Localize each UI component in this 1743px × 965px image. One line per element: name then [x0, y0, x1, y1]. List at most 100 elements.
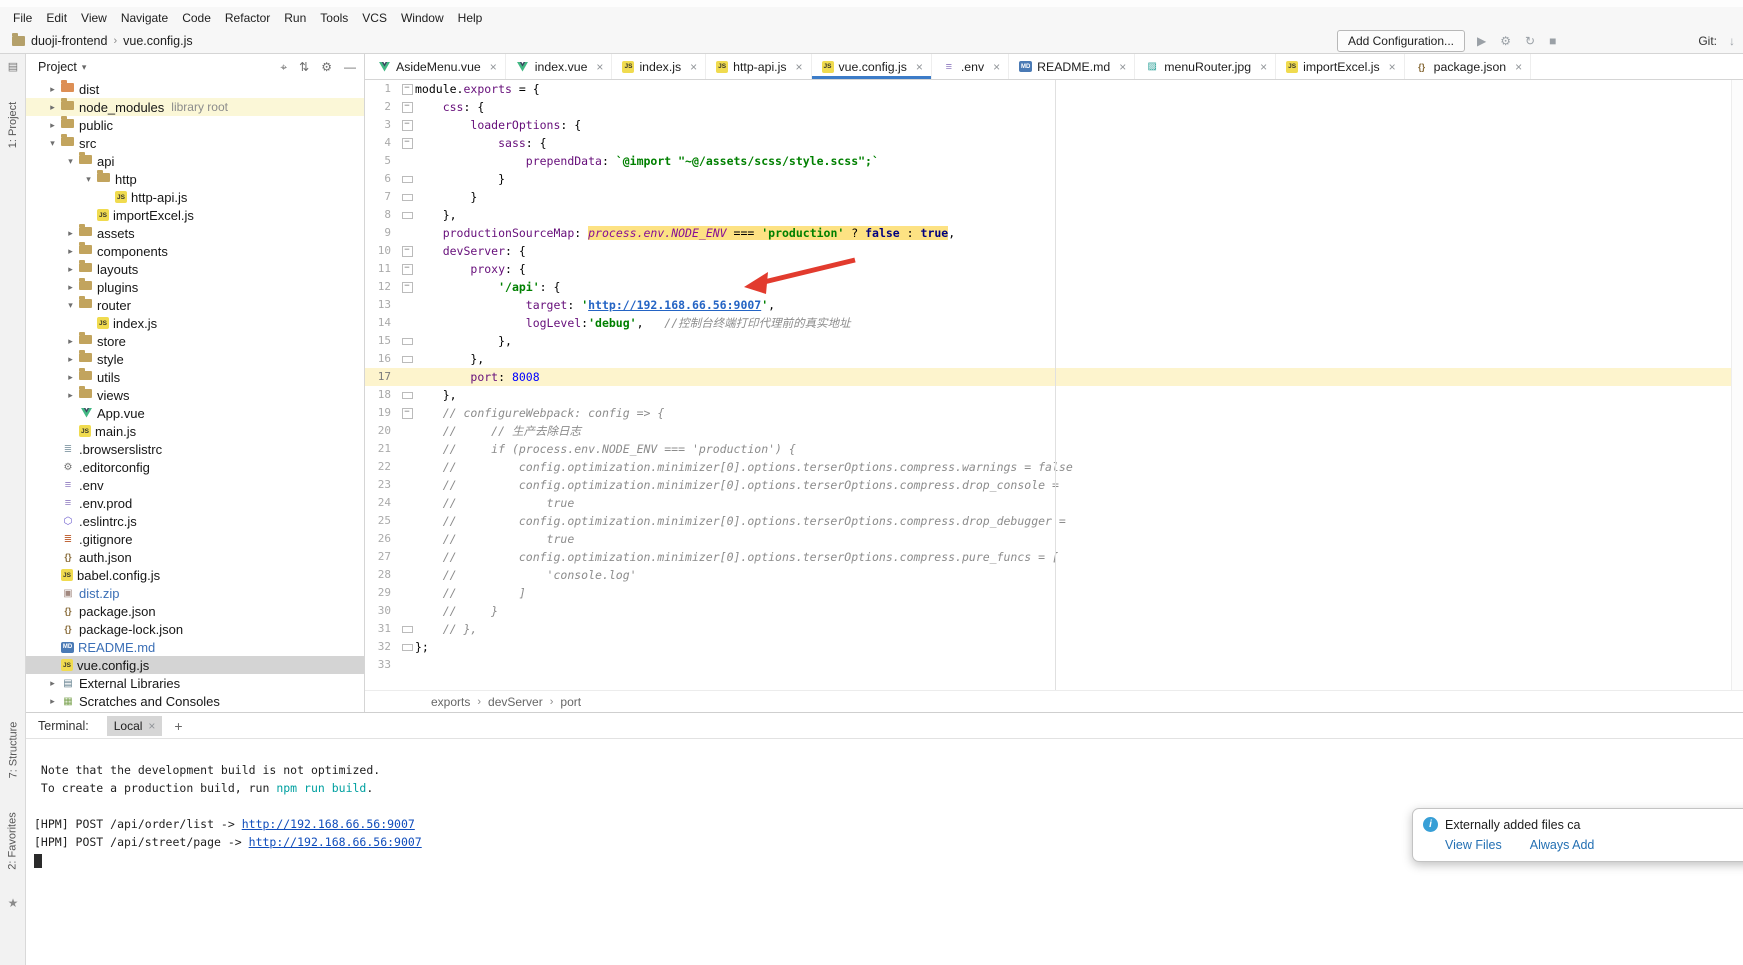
- settings-gear-icon[interactable]: ⚙: [321, 60, 332, 75]
- chevron-closed-icon[interactable]: ▸: [46, 102, 59, 113]
- hide-panel-icon[interactable]: —: [344, 60, 356, 75]
- debug-icon[interactable]: ⚙: [1500, 34, 1511, 48]
- stop-icon[interactable]: ■: [1549, 34, 1556, 48]
- tree-item-public[interactable]: ▸public: [26, 116, 364, 134]
- close-icon[interactable]: ×: [916, 60, 923, 74]
- tree-item-dist.zip[interactable]: ▣dist.zip: [26, 584, 364, 602]
- tree-item-dist[interactable]: ▸dist: [26, 80, 364, 98]
- menu-edit[interactable]: Edit: [39, 11, 74, 25]
- new-terminal-icon[interactable]: +: [174, 718, 182, 734]
- tree-item-views[interactable]: ▸views: [26, 386, 364, 404]
- tree-item-.env.prod[interactable]: ≡.env.prod: [26, 494, 364, 512]
- chevron-closed-icon[interactable]: ▸: [64, 282, 77, 293]
- project-tool-icon[interactable]: ▤: [0, 60, 26, 73]
- fold-marker-icon[interactable]: [399, 134, 415, 152]
- tool-button-structure[interactable]: 7: Structure: [0, 705, 26, 795]
- code-line[interactable]: 10 devServer: {: [365, 242, 1743, 260]
- line-number[interactable]: 4: [365, 134, 399, 152]
- editor-tab-vue.config.js[interactable]: JSvue.config.js×: [812, 54, 932, 79]
- line-number[interactable]: 13: [365, 296, 399, 314]
- chevron-closed-icon[interactable]: ▸: [64, 246, 77, 257]
- editor-tab-package.json[interactable]: {}package.json×: [1405, 54, 1531, 79]
- git-update-icon[interactable]: ↓: [1729, 34, 1735, 48]
- breadcrumb-port[interactable]: port: [560, 695, 581, 709]
- line-number[interactable]: 31: [365, 620, 399, 638]
- tree-item-.browserslistrc[interactable]: ≣.browserslistrc: [26, 440, 364, 458]
- chevron-closed-icon[interactable]: ▸: [46, 696, 59, 707]
- line-number[interactable]: 32: [365, 638, 399, 656]
- fold-marker-icon[interactable]: [399, 278, 415, 296]
- tree-item-package-lock.json[interactable]: {}package-lock.json: [26, 620, 364, 638]
- editor-tab-menuRouter.jpg[interactable]: ▨menuRouter.jpg×: [1135, 54, 1276, 79]
- line-number[interactable]: 15: [365, 332, 399, 350]
- line-number[interactable]: 16: [365, 350, 399, 368]
- tree-item-plugins[interactable]: ▸plugins: [26, 278, 364, 296]
- line-number[interactable]: 24: [365, 494, 399, 512]
- line-number[interactable]: 14: [365, 314, 399, 332]
- close-icon[interactable]: ×: [490, 60, 497, 74]
- menu-help[interactable]: Help: [451, 11, 490, 25]
- favorites-star-icon[interactable]: ★: [0, 896, 26, 910]
- code-line[interactable]: 26 // true: [365, 530, 1743, 548]
- add-configuration-button[interactable]: Add Configuration...: [1337, 30, 1465, 52]
- fold-marker-icon[interactable]: [399, 116, 415, 134]
- tree-item-style[interactable]: ▸style: [26, 350, 364, 368]
- menu-window[interactable]: Window: [394, 11, 451, 25]
- rerun-icon[interactable]: ↻: [1525, 34, 1535, 48]
- tool-button-project[interactable]: 1: Project: [0, 80, 26, 170]
- editor-tab-.env[interactable]: ≡.env×: [932, 54, 1009, 79]
- close-icon[interactable]: ×: [1260, 60, 1267, 74]
- line-number[interactable]: 30: [365, 602, 399, 620]
- line-number[interactable]: 27: [365, 548, 399, 566]
- line-number[interactable]: 8: [365, 206, 399, 224]
- tree-item-package.json[interactable]: {}package.json: [26, 602, 364, 620]
- code-line[interactable]: 1module.exports = {: [365, 80, 1743, 98]
- fold-marker-icon[interactable]: [399, 80, 415, 98]
- chevron-closed-icon[interactable]: ▸: [64, 354, 77, 365]
- line-number[interactable]: 26: [365, 530, 399, 548]
- code-line[interactable]: 21 // if (process.env.NODE_ENV === 'prod…: [365, 440, 1743, 458]
- editor-scrollbar[interactable]: [1731, 80, 1743, 690]
- editor-tab-index.js[interactable]: JSindex.js×: [612, 54, 706, 79]
- code-line[interactable]: 19 // configureWebpack: config => {: [365, 404, 1743, 422]
- close-icon[interactable]: ×: [690, 60, 697, 74]
- locate-file-icon[interactable]: ⌖: [280, 60, 287, 75]
- terminal-tab-local[interactable]: Local ×: [107, 716, 163, 736]
- terminal-link[interactable]: http://192.168.66.56:9007: [242, 817, 415, 831]
- menu-code[interactable]: Code: [175, 11, 218, 25]
- fold-marker-icon[interactable]: [399, 170, 415, 188]
- line-number[interactable]: 17: [365, 368, 399, 386]
- tree-item-importExcel.js[interactable]: JSimportExcel.js: [26, 206, 364, 224]
- code-line[interactable]: 27 // config.optimization.minimizer[0].o…: [365, 548, 1743, 566]
- code-line[interactable]: 20 // // 生产去除日志: [365, 422, 1743, 440]
- tree-item-store[interactable]: ▸store: [26, 332, 364, 350]
- code-line[interactable]: 25 // config.optimization.minimizer[0].o…: [365, 512, 1743, 530]
- tree-item-index.js[interactable]: JSindex.js: [26, 314, 364, 332]
- line-number[interactable]: 21: [365, 440, 399, 458]
- menu-navigate[interactable]: Navigate: [114, 11, 175, 25]
- line-number[interactable]: 29: [365, 584, 399, 602]
- terminal-link[interactable]: http://192.168.66.56:9007: [249, 835, 422, 849]
- code-line[interactable]: 32};: [365, 638, 1743, 656]
- line-number[interactable]: 25: [365, 512, 399, 530]
- close-icon[interactable]: ×: [1515, 60, 1522, 74]
- tree-item-.editorconfig[interactable]: ⚙.editorconfig: [26, 458, 364, 476]
- line-number[interactable]: 11: [365, 260, 399, 278]
- code-line[interactable]: 2 css: {: [365, 98, 1743, 116]
- tree-item-Scratches and Consoles[interactable]: ▸▦Scratches and Consoles: [26, 692, 364, 710]
- code-line[interactable]: 33: [365, 656, 1743, 674]
- code-line[interactable]: 13 target: 'http://192.168.66.56:9007',: [365, 296, 1743, 314]
- fold-marker-icon[interactable]: [399, 386, 415, 404]
- tree-item-api[interactable]: ▾api: [26, 152, 364, 170]
- editor-tab-AsideMenu.vue[interactable]: AsideMenu.vue×: [367, 54, 506, 79]
- menu-tools[interactable]: Tools: [313, 11, 355, 25]
- chevron-closed-icon[interactable]: ▸: [64, 264, 77, 275]
- line-number[interactable]: 22: [365, 458, 399, 476]
- line-number[interactable]: 12: [365, 278, 399, 296]
- chevron-closed-icon[interactable]: ▸: [64, 390, 77, 401]
- tree-item-External Libraries[interactable]: ▸▤External Libraries: [26, 674, 364, 692]
- code-line[interactable]: 3 loaderOptions: {: [365, 116, 1743, 134]
- line-number[interactable]: 19: [365, 404, 399, 422]
- code-line[interactable]: 29 // ]: [365, 584, 1743, 602]
- code-line[interactable]: 4 sass: {: [365, 134, 1743, 152]
